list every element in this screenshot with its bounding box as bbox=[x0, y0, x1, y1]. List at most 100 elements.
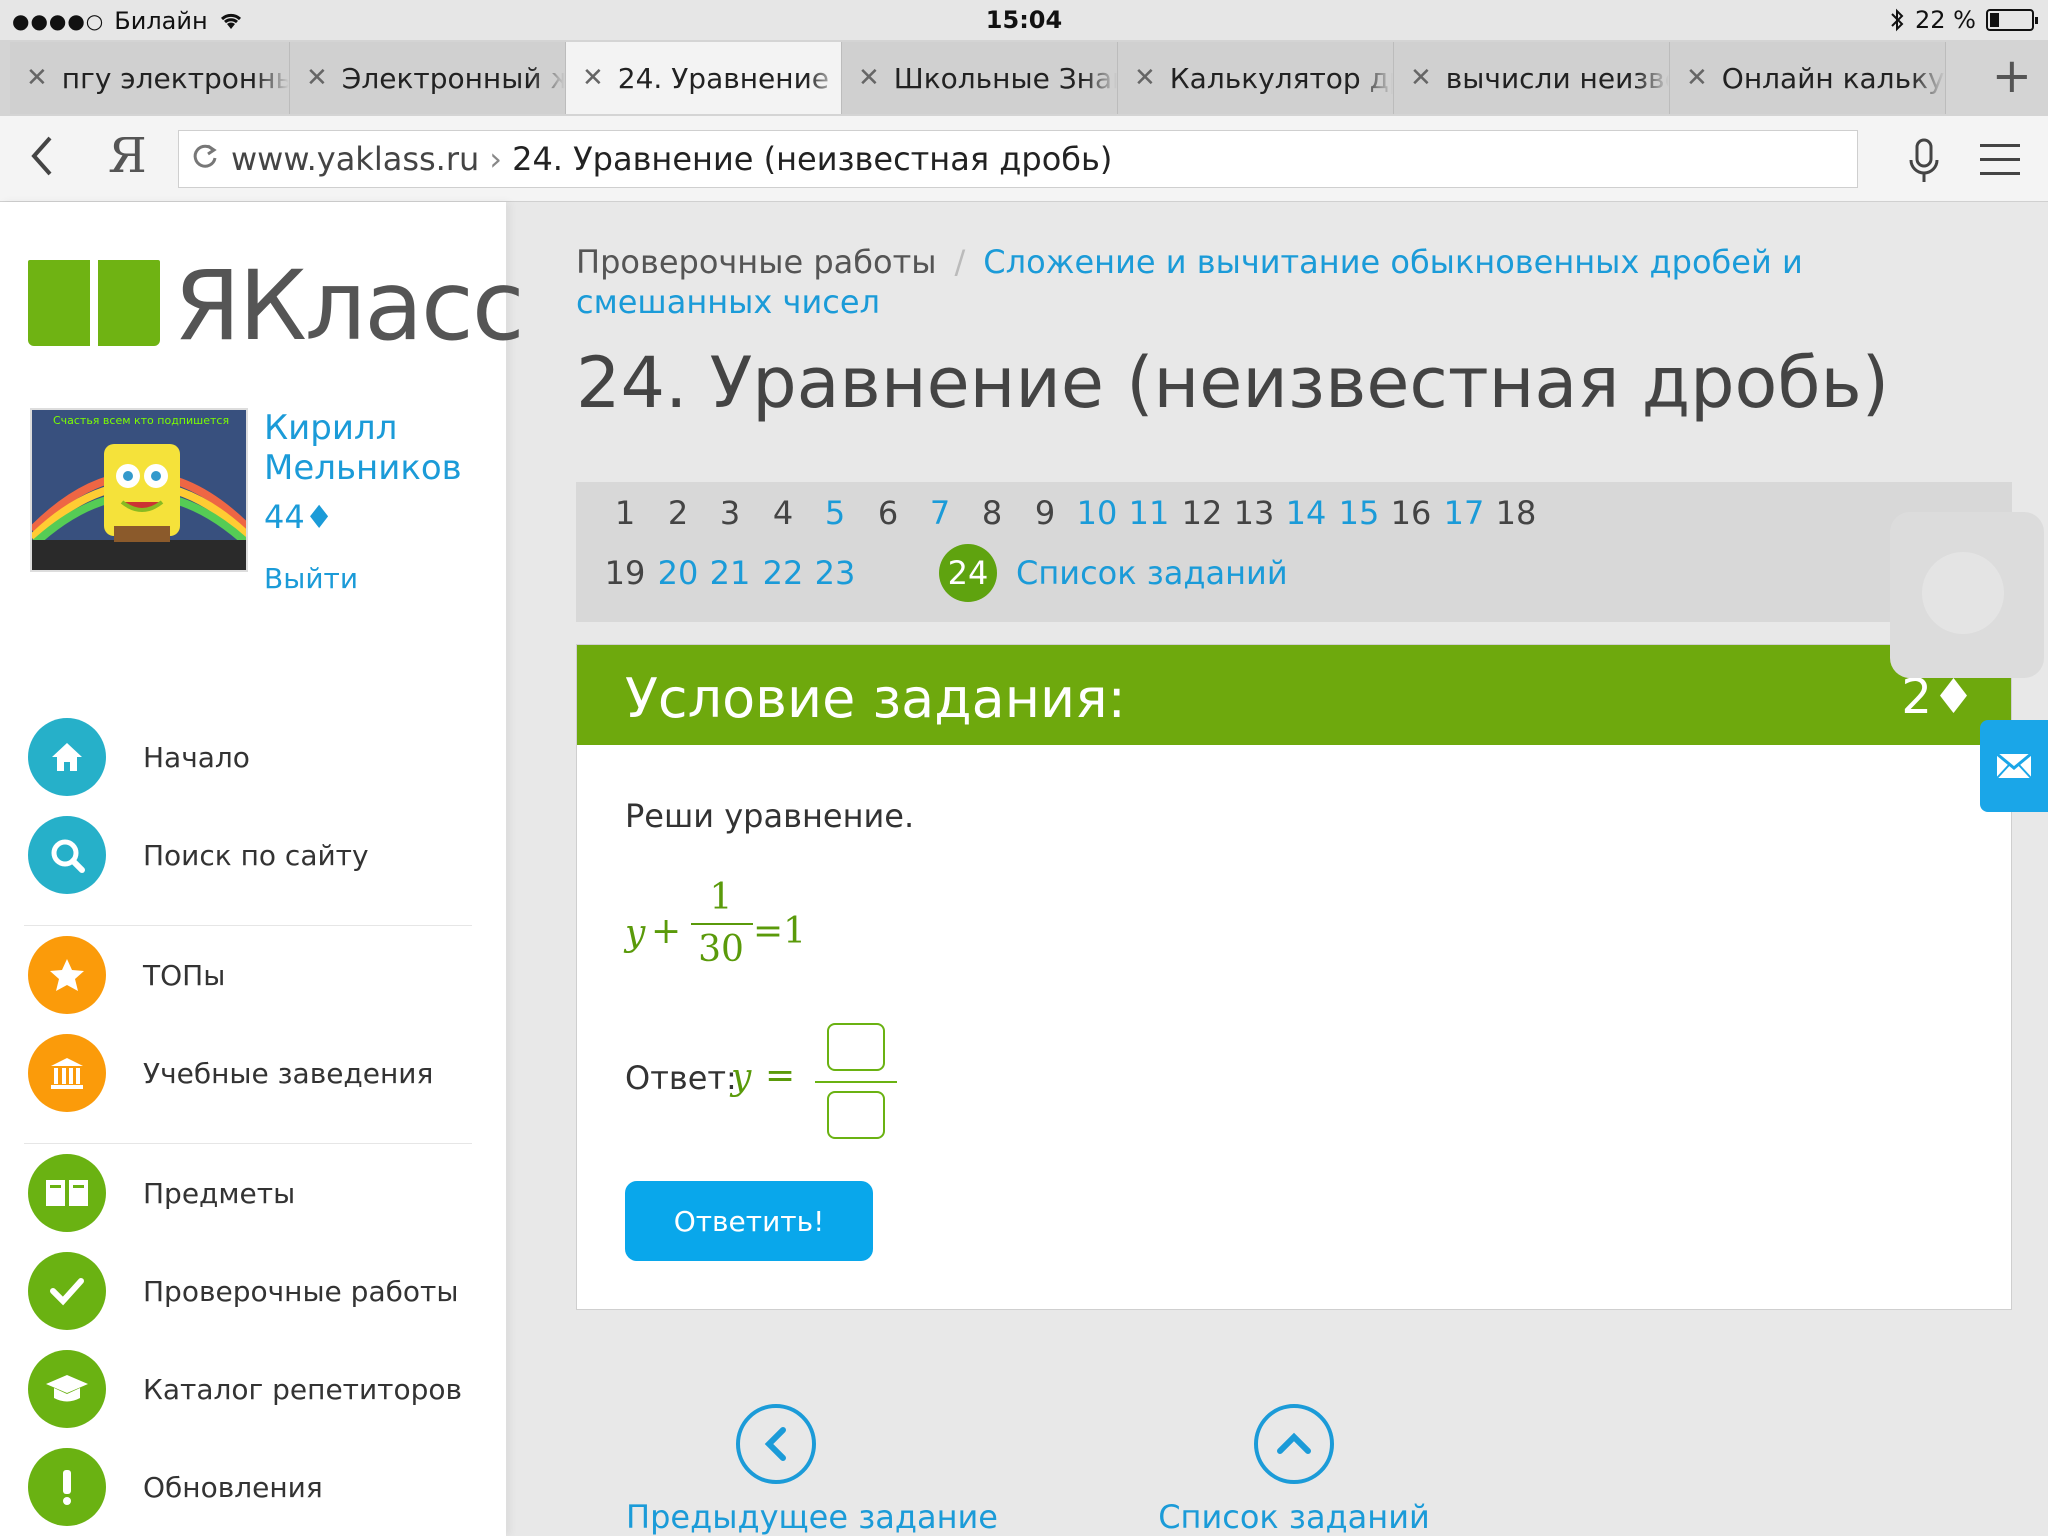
pager-item-14[interactable]: 14 bbox=[1277, 484, 1335, 542]
submit-answer-button[interactable]: Ответить! bbox=[625, 1181, 873, 1261]
pager-item-10[interactable]: 10 bbox=[1068, 484, 1126, 542]
yandex-logo-button[interactable]: Я bbox=[108, 128, 147, 184]
task-pager: 1 2 3 4 5 6 7 8 9 10 11 12 13 14 15 16 1… bbox=[576, 482, 2012, 622]
book-icon bbox=[28, 1154, 106, 1232]
close-tab-icon[interactable]: ✕ bbox=[858, 63, 880, 93]
clock: 15:04 bbox=[985, 6, 1063, 34]
sidebar-item-updates[interactable]: Обновления bbox=[0, 1438, 506, 1536]
star-icon bbox=[28, 936, 106, 1014]
user-points: 44♦ bbox=[264, 498, 334, 536]
answer-fraction-bar bbox=[815, 1081, 897, 1083]
check-icon bbox=[28, 1252, 106, 1330]
sidebar-item-tests[interactable]: Проверочные работы bbox=[0, 1242, 506, 1340]
browser-tab-3[interactable]: ✕ 24. Уравнение ( bbox=[566, 42, 842, 114]
answer-label: Ответ: bbox=[625, 1059, 737, 1097]
pager-item-current[interactable]: 24 bbox=[939, 544, 997, 602]
sidebar-item-institutions[interactable]: Учебные заведения bbox=[0, 1024, 506, 1122]
url-page-title: 24. Уравнение (неизвестная дробь) bbox=[512, 140, 1113, 178]
user-name-link[interactable]: Кирилл Мельников bbox=[264, 408, 484, 488]
sidebar-item-tops[interactable]: ТОПы bbox=[0, 926, 506, 1024]
sidebar-item-search[interactable]: Поиск по сайту bbox=[0, 806, 506, 904]
close-tab-icon[interactable]: ✕ bbox=[306, 63, 328, 93]
microphone-icon[interactable] bbox=[1906, 138, 1942, 186]
task-prompt: Реши уравнение. bbox=[625, 797, 915, 835]
pager-item-17[interactable]: 17 bbox=[1435, 484, 1493, 542]
pager-item-18[interactable]: 18 bbox=[1487, 484, 1545, 542]
url-field[interactable]: www.yaklass.ru › 24. Уравнение (неизвест… bbox=[178, 130, 1858, 188]
address-bar: Я www.yaklass.ru › 24. Уравнение (неизве… bbox=[0, 116, 2048, 202]
sidebar-nav: Начало Поиск по сайту ТОПы Учебные завед bbox=[0, 708, 506, 1536]
pager-item-8[interactable]: 8 bbox=[963, 484, 1021, 542]
menu-icon[interactable] bbox=[1980, 144, 2020, 186]
pager-item-23[interactable]: 23 bbox=[806, 544, 864, 602]
pager-task-list-link[interactable]: Список заданий bbox=[1016, 544, 1288, 602]
pager-item-12[interactable]: 12 bbox=[1173, 484, 1231, 542]
chevron-up-circle-icon bbox=[1254, 1404, 1334, 1484]
pager-item-9[interactable]: 9 bbox=[1016, 484, 1074, 542]
floating-assistive-button[interactable] bbox=[1890, 512, 2044, 678]
pager-item-22[interactable]: 22 bbox=[754, 544, 812, 602]
sidebar-item-tutors[interactable]: Каталог репетиторов bbox=[0, 1340, 506, 1438]
chevron-left-icon bbox=[31, 136, 52, 176]
pager-item-1[interactable]: 1 bbox=[596, 484, 654, 542]
browser-tab-2[interactable]: ✕ Электронный ж bbox=[290, 42, 566, 114]
browser-tab-5[interactable]: ✕ Калькулятор др bbox=[1118, 42, 1394, 114]
pager-item-4[interactable]: 4 bbox=[754, 484, 812, 542]
institution-icon bbox=[28, 1034, 106, 1112]
sidebar-item-subjects[interactable]: Предметы bbox=[0, 1144, 506, 1242]
fraction-bar bbox=[691, 923, 753, 925]
pager-item-20[interactable]: 20 bbox=[649, 544, 707, 602]
browser-tab-7[interactable]: ✕ Онлайн калькул bbox=[1670, 42, 1946, 114]
task-list-link[interactable]: Список заданий bbox=[1144, 1404, 1444, 1536]
answer-row: Ответ: y = bbox=[625, 1023, 945, 1153]
browser-tab-6[interactable]: ✕ вычисли неизве bbox=[1394, 42, 1670, 114]
url-separator: › bbox=[489, 140, 503, 178]
new-tab-button[interactable]: + bbox=[1992, 52, 2032, 100]
close-tab-icon[interactable]: ✕ bbox=[26, 63, 48, 93]
page-title: 24. Уравнение (неизвестная дробь) bbox=[576, 342, 1890, 424]
sidebar-item-home[interactable]: Начало bbox=[0, 708, 506, 806]
close-tab-icon[interactable]: ✕ bbox=[1410, 63, 1432, 93]
task-card: Условие задания: 2♦ Реши уравнение. y + … bbox=[576, 644, 2012, 1310]
exclamation-icon bbox=[28, 1448, 106, 1526]
browser-tab-4[interactable]: ✕ Школьные Знан bbox=[842, 42, 1118, 114]
pager-item-21[interactable]: 21 bbox=[701, 544, 759, 602]
search-icon bbox=[28, 816, 106, 894]
back-button[interactable] bbox=[26, 132, 56, 192]
pager-item-3[interactable]: 3 bbox=[701, 484, 759, 542]
nav-divider bbox=[24, 904, 472, 926]
pager-item-7[interactable]: 7 bbox=[911, 484, 969, 542]
avatar[interactable]: Счастья всем кто подпишется bbox=[30, 408, 248, 572]
chevron-left-circle-icon bbox=[736, 1404, 816, 1484]
pager-item-19[interactable]: 19 bbox=[596, 544, 654, 602]
pager-item-2[interactable]: 2 bbox=[649, 484, 707, 542]
breadcrumb-root[interactable]: Проверочные работы bbox=[576, 243, 936, 281]
close-tab-icon[interactable]: ✕ bbox=[1134, 63, 1156, 93]
close-tab-icon[interactable]: ✕ bbox=[582, 63, 604, 93]
logo-book-icon bbox=[28, 260, 160, 352]
fraction-numerator: 1 bbox=[709, 877, 733, 918]
pager-item-6[interactable]: 6 bbox=[859, 484, 917, 542]
browser-tab-1[interactable]: ✕пгу электронный bbox=[10, 42, 290, 114]
home-icon bbox=[28, 718, 106, 796]
battery-icon bbox=[1986, 9, 2038, 31]
page-content: ЯКласс Счастья всем кто подпишется Кирил… bbox=[0, 202, 2048, 1536]
answer-numerator-input[interactable] bbox=[827, 1023, 885, 1071]
breadcrumb: Проверочные работы / Сложение и вычитание … bbox=[576, 243, 1803, 321]
pager-item-5[interactable]: 5 bbox=[806, 484, 864, 542]
site-logo[interactable]: ЯКласс bbox=[28, 250, 525, 362]
pager-item-16[interactable]: 16 bbox=[1382, 484, 1440, 542]
sidebar: ЯКласс Счастья всем кто подпишется Кирил… bbox=[0, 202, 525, 1536]
reload-icon[interactable] bbox=[191, 140, 219, 178]
close-tab-icon[interactable]: ✕ bbox=[1686, 63, 1708, 93]
mail-icon bbox=[1996, 753, 2032, 779]
pager-item-15[interactable]: 15 bbox=[1330, 484, 1388, 542]
pager-item-13[interactable]: 13 bbox=[1225, 484, 1283, 542]
logout-link[interactable]: Выйти bbox=[264, 562, 358, 595]
feedback-mail-tab[interactable] bbox=[1980, 720, 2048, 812]
task-header: Условие задания: 2♦ bbox=[577, 645, 2011, 745]
pager-item-11[interactable]: 11 bbox=[1120, 484, 1178, 542]
previous-task-link[interactable]: Предыдущее задание bbox=[626, 1404, 998, 1536]
status-bar: ●●●●○ Билайн 15:04 22 % bbox=[0, 0, 2048, 40]
answer-denominator-input[interactable] bbox=[827, 1091, 885, 1139]
